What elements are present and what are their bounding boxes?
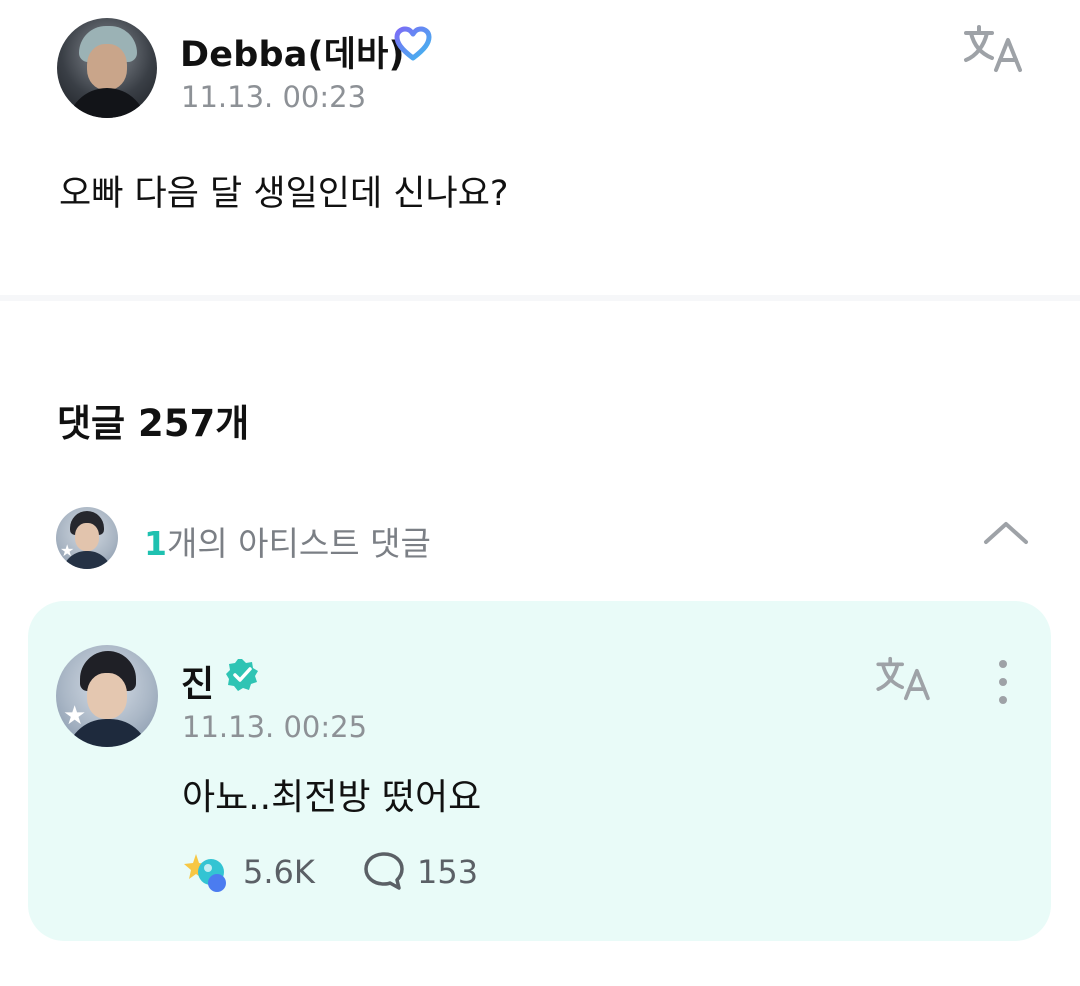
artist-comment-text: 아뇨..최전방 떴어요 <box>182 777 482 818</box>
artist-comments-label: 개의 아티스트 댓글 <box>166 524 431 563</box>
post-timestamp: 11.13. 00:23 <box>181 80 367 114</box>
avatar-face <box>75 523 99 551</box>
artist-comment-timestamp: 11.13. 00:25 <box>182 710 368 744</box>
artist-comments-toggle[interactable]: 1개의 아티스트 댓글 <box>144 517 431 565</box>
like-icon[interactable] <box>182 850 230 894</box>
avatar-face <box>87 44 127 90</box>
heart-badge-icon <box>394 26 432 61</box>
translate-icon[interactable] <box>962 24 1026 74</box>
avatar-body <box>67 88 147 118</box>
verified-icon <box>226 659 258 691</box>
star-icon: ★ <box>63 701 87 731</box>
star-icon: ★ <box>60 541 75 560</box>
more-options-icon[interactable] <box>992 658 1014 706</box>
artist-avatar-small: ★ <box>56 507 118 569</box>
chevron-up-icon[interactable] <box>982 518 1030 548</box>
artist-comment-count: 1 <box>144 524 167 563</box>
translate-icon[interactable] <box>874 656 934 702</box>
section-divider <box>0 295 1080 301</box>
reply-count: 153 <box>417 853 479 891</box>
post-text: 오빠 다음 달 생일인데 신나요? <box>59 174 509 214</box>
comments-heading: 댓글 257개 <box>57 402 250 445</box>
reply-icon[interactable] <box>362 850 406 892</box>
author-name[interactable]: Debba(데바) <box>180 26 405 77</box>
avatar-face <box>87 673 127 719</box>
author-avatar[interactable] <box>57 18 157 118</box>
like-count: 5.6K <box>243 853 315 891</box>
artist-name[interactable]: 진 <box>181 655 214 707</box>
artist-avatar[interactable]: ★ <box>56 645 158 747</box>
